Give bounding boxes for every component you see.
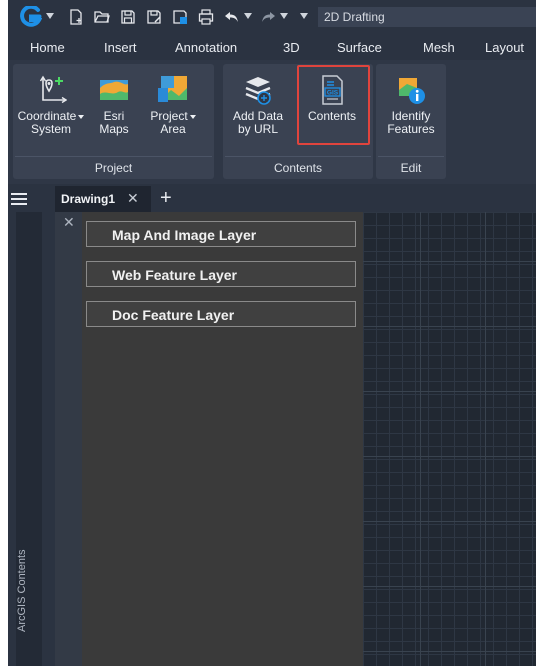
- tab-annotation[interactable]: Annotation: [175, 40, 237, 55]
- add-data-label-2: by URL: [237, 122, 278, 136]
- ribbon: Coordinate System Esri Maps Project Area…: [8, 60, 536, 184]
- esri-maps-button[interactable]: Esri Maps: [93, 74, 135, 136]
- hamburger-menu-icon[interactable]: [11, 193, 27, 205]
- tab-surface[interactable]: Surface: [337, 40, 382, 55]
- panel-body: Map And Image Layer Web Feature Layer Do…: [82, 212, 363, 666]
- group-label-edit: Edit: [400, 161, 422, 175]
- undo-caret-icon[interactable]: [244, 13, 252, 19]
- open-folder-icon[interactable]: [94, 9, 110, 25]
- identify-features-label-2: Features: [387, 122, 435, 136]
- close-panel-icon[interactable]: ✕: [63, 214, 75, 231]
- app-logo-icon[interactable]: [20, 6, 42, 28]
- coordinate-system-caret-icon: [78, 114, 85, 119]
- doc-feature-layer-button[interactable]: Doc Feature Layer: [86, 301, 356, 327]
- arcgis-contents-vertical-tab[interactable]: ArcGIS Contents: [16, 549, 28, 632]
- add-data-by-url-button[interactable]: Add Data by URL: [229, 74, 287, 136]
- group-separator: [15, 156, 212, 157]
- esri-maps-label-2: Maps: [99, 122, 129, 136]
- map-and-image-layer-button[interactable]: Map And Image Layer: [86, 221, 356, 247]
- identify-features-label-1: Identify: [391, 109, 431, 123]
- close-tab-icon[interactable]: ✕: [127, 190, 139, 207]
- project-area-icon: [158, 76, 187, 102]
- project-area-caret-icon: [189, 114, 196, 119]
- save-icon[interactable]: [120, 9, 136, 25]
- identify-features-icon: [399, 78, 425, 104]
- redo-caret-icon[interactable]: [280, 13, 288, 19]
- tab-3d[interactable]: 3D: [283, 40, 300, 55]
- new-tab-icon[interactable]: +: [160, 187, 172, 210]
- save-to-cloud-icon[interactable]: [172, 9, 188, 25]
- group-label-contents: Contents: [273, 161, 323, 175]
- workspace-caret-icon[interactable]: [300, 13, 308, 19]
- redo-icon[interactable]: [260, 9, 276, 25]
- document-tab[interactable]: Drawing1 ✕: [55, 186, 151, 212]
- coordinate-system-icon: [39, 75, 67, 104]
- add-data-label-1: Add Data: [232, 109, 284, 123]
- tab-layout[interactable]: Layout: [485, 40, 524, 55]
- undo-icon[interactable]: [224, 9, 240, 25]
- drawing-canvas[interactable]: [363, 212, 536, 666]
- contents-highlight-box: [297, 65, 370, 145]
- workspace-select[interactable]: 2D Drafting: [318, 7, 536, 27]
- app-window: 2D Drafting Home Insert Annotation 3D Su…: [8, 0, 536, 666]
- print-icon[interactable]: [198, 9, 214, 25]
- document-tab-label: Drawing1: [61, 192, 116, 206]
- identify-features-button[interactable]: Identify Features: [380, 74, 442, 136]
- menu-tabs: Home Insert Annotation 3D Surface Mesh L…: [8, 34, 536, 60]
- app-menu-caret-icon[interactable]: [46, 13, 54, 19]
- group-separator: [225, 156, 371, 157]
- add-data-url-icon: [245, 77, 271, 105]
- coordinate-system-label-1: Coordinate: [17, 109, 77, 123]
- web-feature-layer-button[interactable]: Web Feature Layer: [86, 261, 356, 287]
- quick-access-toolbar: 2D Drafting: [8, 0, 536, 34]
- coordinate-system-label-2: System: [30, 122, 71, 136]
- project-area-label-2: Area: [160, 122, 186, 136]
- side-strip: [8, 212, 50, 666]
- group-label-project: Project: [94, 161, 133, 175]
- group-separator: [378, 156, 444, 157]
- tab-home[interactable]: Home: [30, 40, 65, 55]
- new-file-icon[interactable]: [68, 9, 84, 25]
- coordinate-system-button[interactable]: Coordinate System: [15, 74, 87, 136]
- tab-mesh[interactable]: Mesh: [423, 40, 455, 55]
- project-area-label-1: Project: [150, 109, 188, 123]
- esri-maps-label-1: Esri: [103, 109, 125, 123]
- ribbon-group-project: Coordinate System Esri Maps Project Area…: [13, 64, 214, 179]
- project-area-button[interactable]: Project Area: [141, 74, 205, 136]
- esri-maps-icon: [100, 80, 128, 100]
- ribbon-group-edit: Identify Features Edit: [376, 64, 446, 179]
- arcgis-contents-panel: ✕ Map And Image Layer Web Feature Layer …: [55, 212, 363, 666]
- tab-insert[interactable]: Insert: [104, 40, 137, 55]
- save-as-icon[interactable]: [146, 9, 162, 25]
- document-tab-bar: Drawing1 ✕ +: [8, 186, 536, 212]
